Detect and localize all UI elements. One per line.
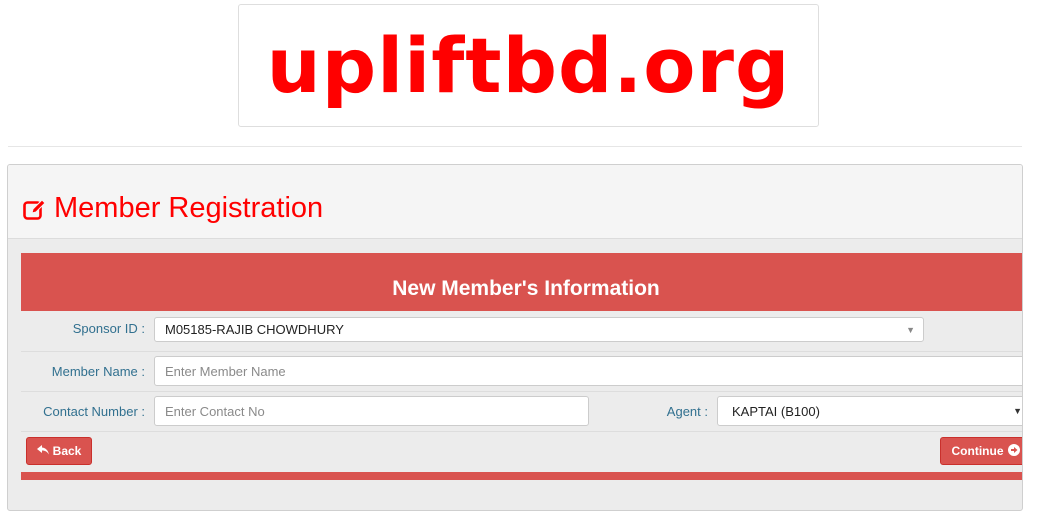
sponsor-id-select[interactable]: M05185-RAJIB CHOWDHURY ▼ (154, 317, 924, 342)
site-logo: upliftbd.org (266, 20, 791, 110)
back-button-label: Back (52, 444, 82, 458)
contact-number-label: Contact Number : (43, 404, 145, 419)
page-title-text: Member Registration (54, 192, 324, 224)
agent-label: Agent : (666, 404, 708, 419)
footer-bar (21, 472, 1022, 480)
page-title: Member Registration (22, 192, 323, 225)
contact-number-input[interactable] (165, 403, 588, 419)
logo-box: upliftbd.org (238, 4, 819, 127)
contact-number-field[interactable] (154, 396, 589, 426)
registration-panel: Member Registration New Member's Informa… (7, 164, 1023, 511)
back-button[interactable]: Back (26, 437, 92, 465)
panel-heading: Member Registration (8, 165, 1022, 239)
form-section-banner: New Member's Information (21, 253, 1022, 311)
continue-button[interactable]: Continue (940, 437, 1022, 465)
row-divider (21, 431, 1022, 432)
sponsor-id-value: M05185-RAJIB CHOWDHURY (165, 322, 344, 337)
row-divider (21, 391, 1022, 392)
member-name-input[interactable] (165, 363, 1022, 379)
sponsor-id-label: Sponsor ID : (72, 321, 145, 336)
section-title: New Member's Information (392, 277, 660, 300)
member-name-label: Member Name : (51, 364, 145, 379)
edit-icon (22, 197, 46, 221)
divider (8, 146, 1022, 147)
agent-value: KAPTAI (B100) (732, 403, 820, 419)
agent-select[interactable]: KAPTAI (B100) ▼ (717, 396, 1022, 426)
chevron-down-icon: ▼ (1013, 406, 1022, 416)
row-divider (21, 351, 1022, 352)
reply-icon (36, 444, 49, 458)
member-name-field[interactable] (154, 356, 1022, 386)
arrow-right-circle-icon (1007, 443, 1020, 459)
chevron-down-icon: ▼ (906, 324, 915, 335)
continue-button-label: Continue (951, 444, 1004, 458)
